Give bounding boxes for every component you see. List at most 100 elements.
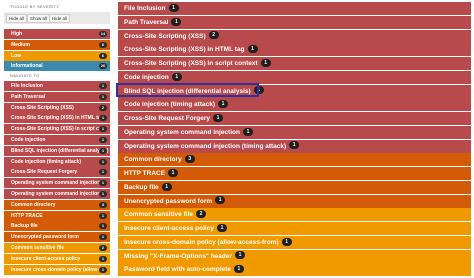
risk-count-badge: 26 [99,63,107,70]
risk-level-label: Informational [11,63,43,70]
alert-row[interactable]: Code injection (timing attack) 1 [118,98,471,113]
alert-title: Insecure cross-domain policy (allow-acce… [124,238,279,246]
show-all-button[interactable]: Show all [27,14,51,23]
alert-row[interactable]: Cross-Site Scripting (XSS) 2 [118,29,471,44]
alert-count-badge: 1 [171,72,182,81]
alert-title: Blind SQL injection (differential analys… [124,87,251,95]
nav-item-label: Operating system command injection [11,191,101,197]
alert-count-badge: 1 [218,100,229,109]
alert-row[interactable]: Blind SQL injection (differential analys… [118,84,471,99]
nav-item[interactable]: Common sensitive file 2 [4,243,110,253]
nav-item[interactable]: Operating system command injection 1 [4,189,110,199]
alert-row[interactable]: File Inclusion 1 [118,2,471,16]
alert-row[interactable]: Password field with auto-complete 1 [118,263,471,278]
alert-row[interactable]: Code injection 1 [118,70,471,85]
nav-item[interactable]: Backup file 1 [4,221,110,232]
risk-level-medium[interactable]: Medium 6 [4,39,110,50]
risk-count-badge: 6 [99,52,107,59]
nav-item[interactable]: Unencrypted password form 1 [4,232,110,243]
nav-item[interactable]: Cross-Site Scripting (XSS) in script co 1 [4,124,110,135]
alert-title: Password field with auto-complete [124,266,231,274]
nav-count-badge: 1 [99,191,107,197]
alert-row[interactable]: Common sensitive file 2 [118,208,471,223]
nav-item-label: Backup file [11,223,38,230]
alert-count-badge: 1 [281,237,292,246]
nav-count-badge: 1 [99,234,107,241]
alert-count-badge: 2 [208,31,219,40]
nav-count-badge: 1 [99,212,107,219]
alert-title: Unencrypted password form [124,197,213,205]
nav-item-label: File Inclusion [11,83,43,89]
nav-item[interactable]: Path Traversal 1 [4,91,110,102]
alert-title: Common sensitive file [124,211,193,219]
alert-row[interactable]: Cross-Site Request Forgery 1 [118,112,471,126]
alert-count-badge: 1 [171,17,182,26]
nav-count-badge: 2 [99,245,107,251]
alert-row[interactable]: Cross-Site Scripting (XSS) in script con… [118,57,471,71]
nav-item[interactable]: Operating system command injection 1 [4,178,110,189]
nav-item-label: Common directory [11,201,56,208]
alert-count-badge: 2 [196,210,206,219]
hide-all-button[interactable]: Hide all [6,14,28,23]
nav-count-badge: 1 [99,137,107,143]
nav-count-badge: 1 [99,180,107,187]
sidebar: TOGGLE BY SEVERITY Hide all Show all Hid… [0,0,113,278]
alert-row[interactable]: HTTP TRACE 1 [118,167,471,181]
risk-count-badge: 6 [99,41,107,48]
nav-item[interactable]: Insecure client-access policy 1 [4,253,110,264]
nav-item[interactable]: Cross-Site Request Forgery 1 [4,167,110,178]
alert-count-badge: 1 [215,196,226,205]
nav-item[interactable]: Code injection (timing attack) 1 [4,156,110,167]
alert-count-badge: 1 [242,127,253,136]
nav-item-label: Insecure client-access policy [11,255,81,262]
risk-level-label: Medium [11,41,30,48]
nav-item-label: Code injection (timing attack) [11,158,82,165]
nav-item[interactable]: Blind SQL injection (differential analys… [4,145,110,156]
alert-title: File Inclusion [124,5,166,12]
nav-item[interactable]: HTTP TRACE 1 [4,210,110,221]
alert-row[interactable]: Operating system command injection 1 [118,125,471,140]
nav-count-badge: 1 [99,115,107,122]
nav-item-label: Cross-Site Scripting (XSS) in HTML tag [11,115,104,122]
nav-item-label: Blind SQL injection (differential analys… [11,147,109,154]
hide-all-secondary-button[interactable]: Hide all [49,14,71,23]
risk-level-high[interactable]: High 14 [4,29,110,39]
alert-row[interactable]: Unencrypted password form 1 [118,194,471,209]
alert-row[interactable]: Operating system command injection (timi… [118,139,471,154]
alert-count-badge: 1 [247,45,258,54]
alert-title: Code injection (timing attack) [124,101,216,109]
alert-row[interactable]: Cross-Site Scripting (XSS) in HTML tag 1 [118,43,471,58]
nav-item[interactable]: File Inclusion 1 [4,81,110,91]
alert-list: File Inclusion 1 Path Traversal 1 Cross-Site… [118,0,471,278]
nav-count-badge: 1 [99,158,107,165]
nav-item[interactable]: Common directory 3 [4,199,110,210]
alert-row[interactable]: Insecure cross-domain policy (allow-acce… [118,235,471,250]
alert-count-badge: 1 [168,168,179,177]
alert-title: Common directory [124,156,182,164]
risk-level-informational[interactable]: Informational 26 [4,61,110,72]
alert-row[interactable]: Insecure client-access policy 1 [118,222,471,236]
nav-item-label: Cross-Site Request Forgery [11,169,78,176]
alert-title: Operating system command injection (timi… [124,142,287,150]
risk-level-low[interactable]: Low 6 [4,50,110,61]
alert-title: Cross-Site Scripting (XSS) in script con… [124,60,258,67]
nav-item[interactable]: Code injection 1 [4,135,110,145]
nav-item[interactable]: Cross-Site Scripting (XSS) 2 [4,102,110,113]
alert-row[interactable]: Common directory 3 [118,153,471,168]
alert-row[interactable]: Backup file 1 [118,180,471,195]
risk-level-label: Low [11,52,21,59]
nav-item[interactable]: Cross-Site Scripting (XSS) in HTML tag 1 [4,113,110,124]
alert-title: Cross-Site Scripting (XSS) in HTML tag [124,46,245,54]
nav-item-label: Code injection [11,137,46,143]
nav-item[interactable]: Insecure cross-domain policy (allow-a 1 [4,264,110,275]
alert-title: Code injection [124,73,169,81]
navigate-to-title: NAVIGATE TO [10,73,40,78]
nav-item-label: Common sensitive file [11,245,65,251]
alert-count-badge: 1 [233,265,244,274]
nav-count-badge: 1 [99,126,107,133]
alert-row[interactable]: Missing "X-Frame-Options" header 1 [118,249,471,264]
alert-row[interactable]: Path Traversal 1 [118,15,471,30]
nav-count-badge: 1 [99,169,107,176]
severity-filter-title: TOGGLE BY SEVERITY [10,4,60,9]
nav-count-badge: 1 [99,147,107,154]
